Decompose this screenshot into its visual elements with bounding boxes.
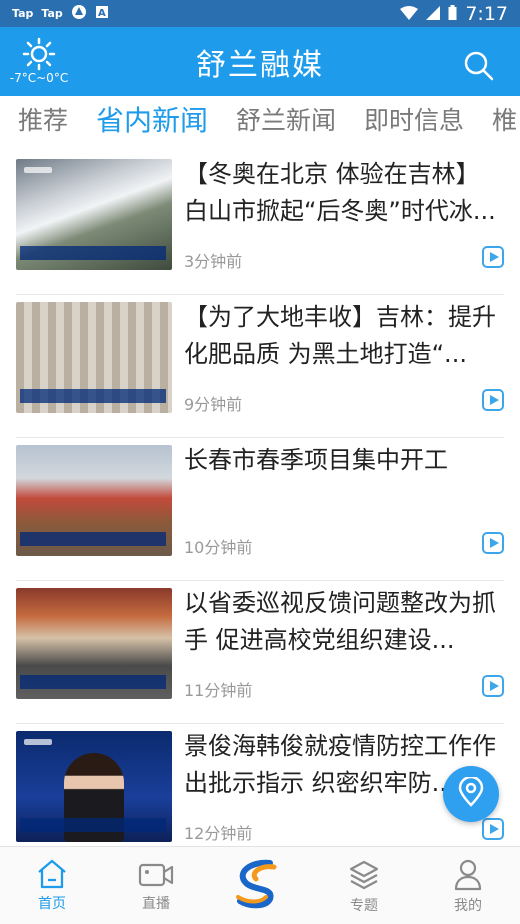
nav-home[interactable]: 首页 — [0, 847, 104, 924]
tab-recommend[interactable]: 推荐 — [18, 101, 68, 137]
category-tabs: 推荐 省内新闻 舒兰新闻 即时信息 椎 — [0, 96, 520, 142]
nav-app-logo[interactable] — [208, 847, 312, 924]
nav-profile[interactable]: 我的 — [416, 847, 520, 924]
nav-home-label: 首页 — [38, 896, 66, 912]
play-video-icon[interactable] — [482, 675, 504, 697]
tab-provincial-news[interactable]: 省内新闻 — [96, 99, 208, 139]
tab-instant-info[interactable]: 即时信息 — [364, 101, 464, 137]
news-item[interactable]: 【冬奥在北京 体验在吉林】白山市掀起“后冬奥”时代冰... 3分钟前 — [16, 152, 504, 295]
news-feed: 【冬奥在北京 体验在吉林】白山市掀起“后冬奥”时代冰... 3分钟前 【为了大地… — [0, 152, 520, 867]
thumbnail-caption — [20, 389, 166, 403]
thumbnail-caption — [20, 675, 166, 689]
status-tap-label-1: Tap — [12, 7, 34, 20]
news-item[interactable]: 以省委巡视反馈问题整改为抓手 促进高校党组织建设... 11分钟前 — [16, 581, 504, 724]
news-title: 【为了大地丰收】吉林：提升化肥品质 为黑土地打造“... — [184, 303, 496, 368]
play-video-icon[interactable] — [482, 246, 504, 268]
app-header: -7°C~0°C 舒兰融媒 — [0, 27, 520, 96]
news-thumbnail — [16, 445, 172, 556]
news-thumbnail — [16, 159, 172, 270]
search-icon — [464, 51, 494, 85]
home-icon — [36, 859, 68, 889]
news-time: 3分钟前 — [184, 252, 243, 271]
thumbnail-caption — [20, 532, 166, 546]
thumbnail-caption — [20, 818, 166, 832]
status-time: 7:17 — [465, 2, 508, 25]
weather-widget[interactable]: -7°C~0°C — [8, 37, 70, 93]
app-logo-icon — [230, 857, 290, 911]
nav-live-label: 直播 — [142, 896, 170, 912]
channel-logo — [24, 167, 52, 173]
status-bar: Tap Tap A 7:17 — [0, 0, 520, 27]
tab-overflow[interactable]: 椎 — [492, 101, 517, 137]
weather-temperature: -7°C~0°C — [9, 71, 69, 85]
location-pin-icon — [457, 775, 485, 811]
svg-text:A: A — [98, 8, 106, 19]
wifi-icon — [400, 3, 419, 25]
signal-icon — [426, 3, 441, 25]
battery-icon — [448, 3, 457, 25]
sun-icon — [8, 37, 70, 71]
news-time: 11分钟前 — [184, 681, 253, 700]
news-thumbnail — [16, 302, 172, 413]
location-button[interactable] — [443, 766, 499, 822]
news-item[interactable]: 长春市春季项目集中开工 10分钟前 — [16, 438, 504, 581]
play-video-icon[interactable] — [482, 818, 504, 840]
play-video-icon[interactable] — [482, 532, 504, 554]
status-tap-label-2: Tap — [41, 7, 63, 20]
play-video-icon[interactable] — [482, 389, 504, 411]
nav-topics-label: 专题 — [350, 898, 378, 914]
news-time: 10分钟前 — [184, 538, 253, 557]
nav-live[interactable]: 直播 — [104, 847, 208, 924]
a-icon: A — [95, 5, 109, 22]
news-item[interactable]: 【为了大地丰收】吉林：提升化肥品质 为黑土地打造“... 9分钟前 — [16, 295, 504, 438]
search-button[interactable] — [464, 51, 494, 81]
news-thumbnail — [16, 731, 172, 842]
user-icon — [453, 859, 483, 891]
news-title: 长春市春季项目集中开工 — [184, 446, 448, 474]
camera-icon — [138, 859, 174, 889]
news-time: 9分钟前 — [184, 395, 243, 414]
nav-profile-label: 我的 — [454, 898, 482, 914]
settings-icon — [71, 4, 87, 23]
news-thumbnail — [16, 588, 172, 699]
news-title: 【冬奥在北京 体验在吉林】白山市掀起“后冬奥”时代冰... — [184, 160, 496, 225]
thumbnail-caption — [20, 246, 166, 260]
tab-shulan-news[interactable]: 舒兰新闻 — [236, 101, 336, 137]
nav-topics[interactable]: 专题 — [312, 847, 416, 924]
news-title: 以省委巡视反馈问题整改为抓手 促进高校党组织建设... — [184, 589, 496, 654]
channel-logo — [24, 739, 52, 745]
news-time: 12分钟前 — [184, 824, 253, 843]
app-title: 舒兰融媒 — [196, 47, 324, 83]
bottom-navigation: 首页 直播 专题 我的 — [0, 846, 520, 924]
layers-icon — [348, 859, 380, 891]
